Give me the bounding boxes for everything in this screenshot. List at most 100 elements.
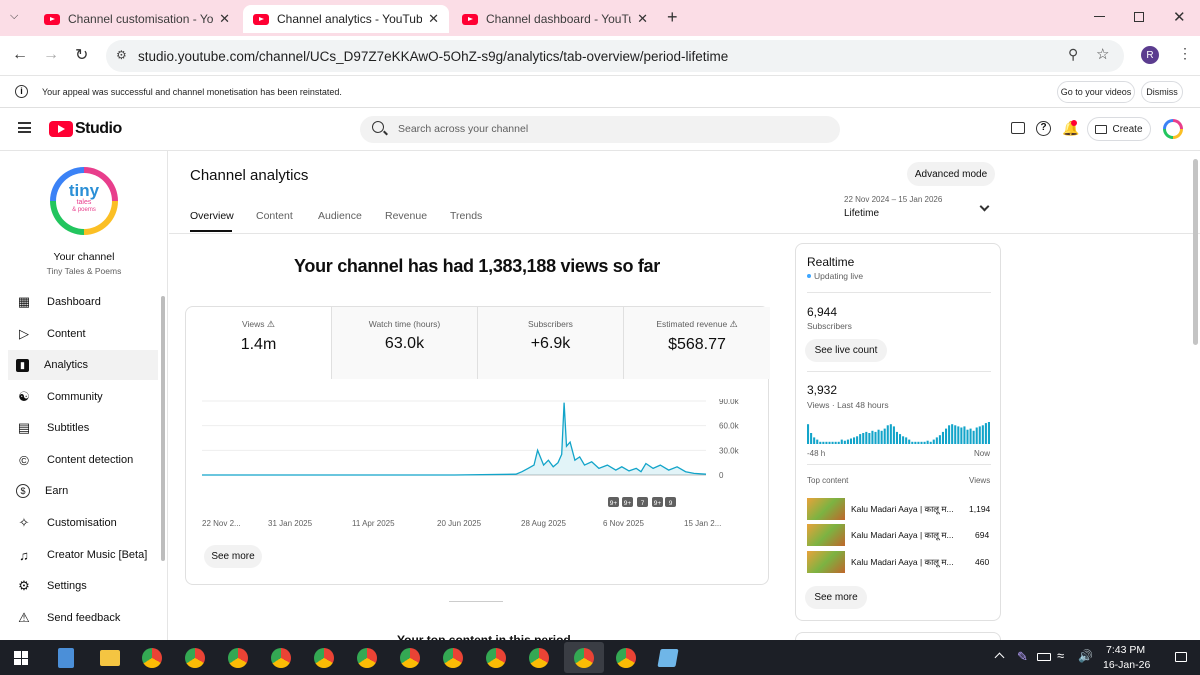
tab-audience[interactable]: Audience [318, 210, 362, 222]
chrome-profile-icon[interactable] [529, 648, 549, 668]
create-button[interactable]: Create [1087, 117, 1151, 141]
channel-avatar[interactable]: tiny tales & poems [50, 167, 118, 235]
views-line-chart[interactable]: 90.0k 60.0k 30.0k 0 22 Nov 2... 31 Jan 2025 11… [186, 399, 768, 529]
chrome-profile-icon[interactable] [185, 648, 205, 668]
minimize-icon[interactable] [1094, 16, 1105, 17]
notification-center-icon[interactable] [1175, 652, 1187, 662]
profile-avatar[interactable]: R [1141, 46, 1159, 64]
advanced-mode-button[interactable]: Advanced mode [907, 162, 995, 186]
site-info-icon[interactable]: ⚙ [116, 48, 127, 62]
sidebar-item-earn[interactable]: $ Earn [8, 476, 158, 506]
browser-tab-customisation[interactable]: Channel customisation - YouTube Studio ✕ [34, 5, 240, 33]
help-icon[interactable]: ? [1036, 121, 1051, 136]
bookmark-star-icon[interactable]: ☆ [1096, 45, 1109, 63]
chrome-profile-icon[interactable] [271, 648, 291, 668]
sidebar-item-dashboard[interactable]: ▦ Dashboard [8, 287, 158, 317]
wifi-icon[interactable]: ≈ [1057, 648, 1064, 663]
page-scrollbar[interactable] [1193, 159, 1198, 345]
zoom-icon[interactable]: ⚲ [1068, 46, 1078, 63]
new-tab-button[interactable]: + [667, 7, 678, 28]
top-content-row[interactable]: Kalu Madari Aaya | कालू म... 460 [807, 551, 991, 573]
volume-icon[interactable]: 🔊 [1078, 649, 1093, 663]
metric-watch-time[interactable]: Watch time (hours) 63.0k [332, 307, 478, 379]
browser-tab-analytics[interactable]: Channel analytics - YouTube Studio ✕ [243, 5, 449, 33]
window-close-icon[interactable]: ✕ [1173, 8, 1186, 26]
sidebar-item-content[interactable]: ▷ Content [8, 319, 158, 349]
battery-icon[interactable] [1037, 653, 1051, 661]
sidebar-item-content-detection[interactable]: © Content detection [8, 445, 158, 475]
content-icon: ▷ [19, 326, 29, 341]
date-range-picker[interactable]: 22 Nov 2024 – 15 Jan 2026 Lifetime [844, 195, 994, 225]
see-live-count-button[interactable]: See live count [805, 339, 887, 362]
gear-icon: ⚙ [18, 578, 30, 593]
sidebar-item-customisation[interactable]: ✧ Customisation [8, 508, 158, 538]
dismiss-button[interactable]: Dismiss [1141, 81, 1183, 103]
chrome-profile-icon[interactable] [400, 648, 420, 668]
x-tick-label: 11 Apr 2025 [352, 519, 395, 528]
views-headline: Your channel has had 1,383,188 views so … [294, 256, 660, 276]
metric-revenue[interactable]: Estimated revenue ⚠ $568.77 [624, 307, 770, 379]
tab-overview[interactable]: Overview [190, 210, 234, 222]
metric-value: +6.9k [530, 335, 571, 352]
file-explorer-icon[interactable] [100, 650, 120, 666]
tab-content[interactable]: Content [256, 210, 293, 222]
chrome-profile-icon[interactable] [616, 648, 636, 668]
close-tab-icon[interactable]: ✕ [428, 11, 439, 27]
chrome-profile-icon[interactable] [228, 648, 248, 668]
address-bar[interactable]: ⚙ studio.youtube.com/channel/UCs_D97Z7eK… [106, 40, 1124, 72]
chrome-profile-icon[interactable] [443, 648, 463, 668]
realtime-bar [889, 424, 892, 444]
hamburger-menu-icon[interactable] [18, 122, 31, 133]
taskbar-time[interactable]: 7:43 PM [1106, 644, 1145, 656]
sidebar-item-label: Content detection [47, 454, 134, 466]
reload-icon[interactable]: ↻ [75, 45, 88, 65]
go-to-videos-button[interactable]: Go to your videos [1057, 81, 1135, 103]
tab-search-button[interactable]: ⌵ [10, 10, 18, 23]
sidebar-item-settings[interactable]: ⚙ Settings [8, 571, 158, 601]
windows-start-icon[interactable] [14, 651, 28, 665]
browser-tab-dashboard[interactable]: Channel dashboard - YouTube Studio ✕ [452, 5, 658, 33]
notepad-icon[interactable] [657, 649, 679, 667]
chrome-profile-icon[interactable] [357, 648, 377, 668]
see-more-button[interactable]: See more [204, 545, 262, 568]
restore-icon[interactable] [1134, 12, 1144, 22]
realtime-see-more-button[interactable]: See more [805, 586, 867, 609]
browser-menu-icon[interactable]: ⋮ [1178, 45, 1192, 62]
close-tab-icon[interactable]: ✕ [637, 11, 648, 27]
sidebar-scrollbar[interactable] [161, 296, 165, 561]
tab-revenue[interactable]: Revenue [385, 210, 427, 222]
sidebar-item-subtitles[interactable]: ▤ Subtitles [8, 413, 158, 443]
feedback-comments-icon[interactable] [1011, 122, 1025, 134]
sidebar-item-send-feedback[interactable]: ⚠ Send feedback [8, 603, 158, 633]
realtime-bar [917, 441, 920, 444]
channel-search-input[interactable]: Search across your channel [360, 116, 840, 143]
pen-icon[interactable]: ✎ [1017, 649, 1028, 665]
back-arrow-icon[interactable]: ← [12, 46, 28, 64]
metric-subscribers[interactable]: Subscribers +6.9k [478, 307, 624, 379]
x-tick-label: 15 Jan 2... [684, 519, 721, 528]
tray-chevron-up-icon[interactable] [994, 652, 1005, 663]
realtime-bar-chart[interactable] [807, 420, 991, 444]
taskbar-date[interactable]: 16-Jan-26 [1103, 659, 1150, 671]
studio-logo-text: Studio [75, 120, 122, 137]
youtube-favicon-icon [253, 13, 269, 25]
account-avatar[interactable] [1163, 119, 1183, 139]
sidebar-item-creator-music[interactable]: ♫ Creator Music [Beta] [8, 540, 158, 570]
top-content-row[interactable]: Kalu Madari Aaya | कालू म... 694 [807, 524, 991, 546]
x-tick-label: 22 Nov 2... [202, 519, 241, 528]
calculator-icon[interactable] [58, 648, 74, 668]
chrome-profile-icon[interactable] [314, 648, 334, 668]
top-content-row[interactable]: Kalu Madari Aaya | कालू म... 1,194 [807, 498, 991, 520]
metric-views[interactable]: Views ⚠ 1.4m [186, 307, 332, 379]
url-text[interactable]: studio.youtube.com/channel/UCs_D97Z7eKKA… [138, 49, 728, 64]
realtime-bar [987, 422, 990, 444]
chrome-profile-icon[interactable] [486, 648, 506, 668]
sidebar-item-community[interactable]: ☯ Community [8, 382, 158, 412]
chrome-icon[interactable] [142, 648, 162, 668]
tab-trends[interactable]: Trends [450, 210, 482, 222]
youtube-studio-logo[interactable]: Studio [49, 120, 122, 138]
sidebar-item-analytics[interactable]: ▮ Analytics [8, 350, 158, 380]
forward-arrow-icon[interactable]: → [43, 46, 59, 64]
close-tab-icon[interactable]: ✕ [219, 11, 230, 27]
chrome-profile-icon[interactable] [574, 648, 594, 668]
